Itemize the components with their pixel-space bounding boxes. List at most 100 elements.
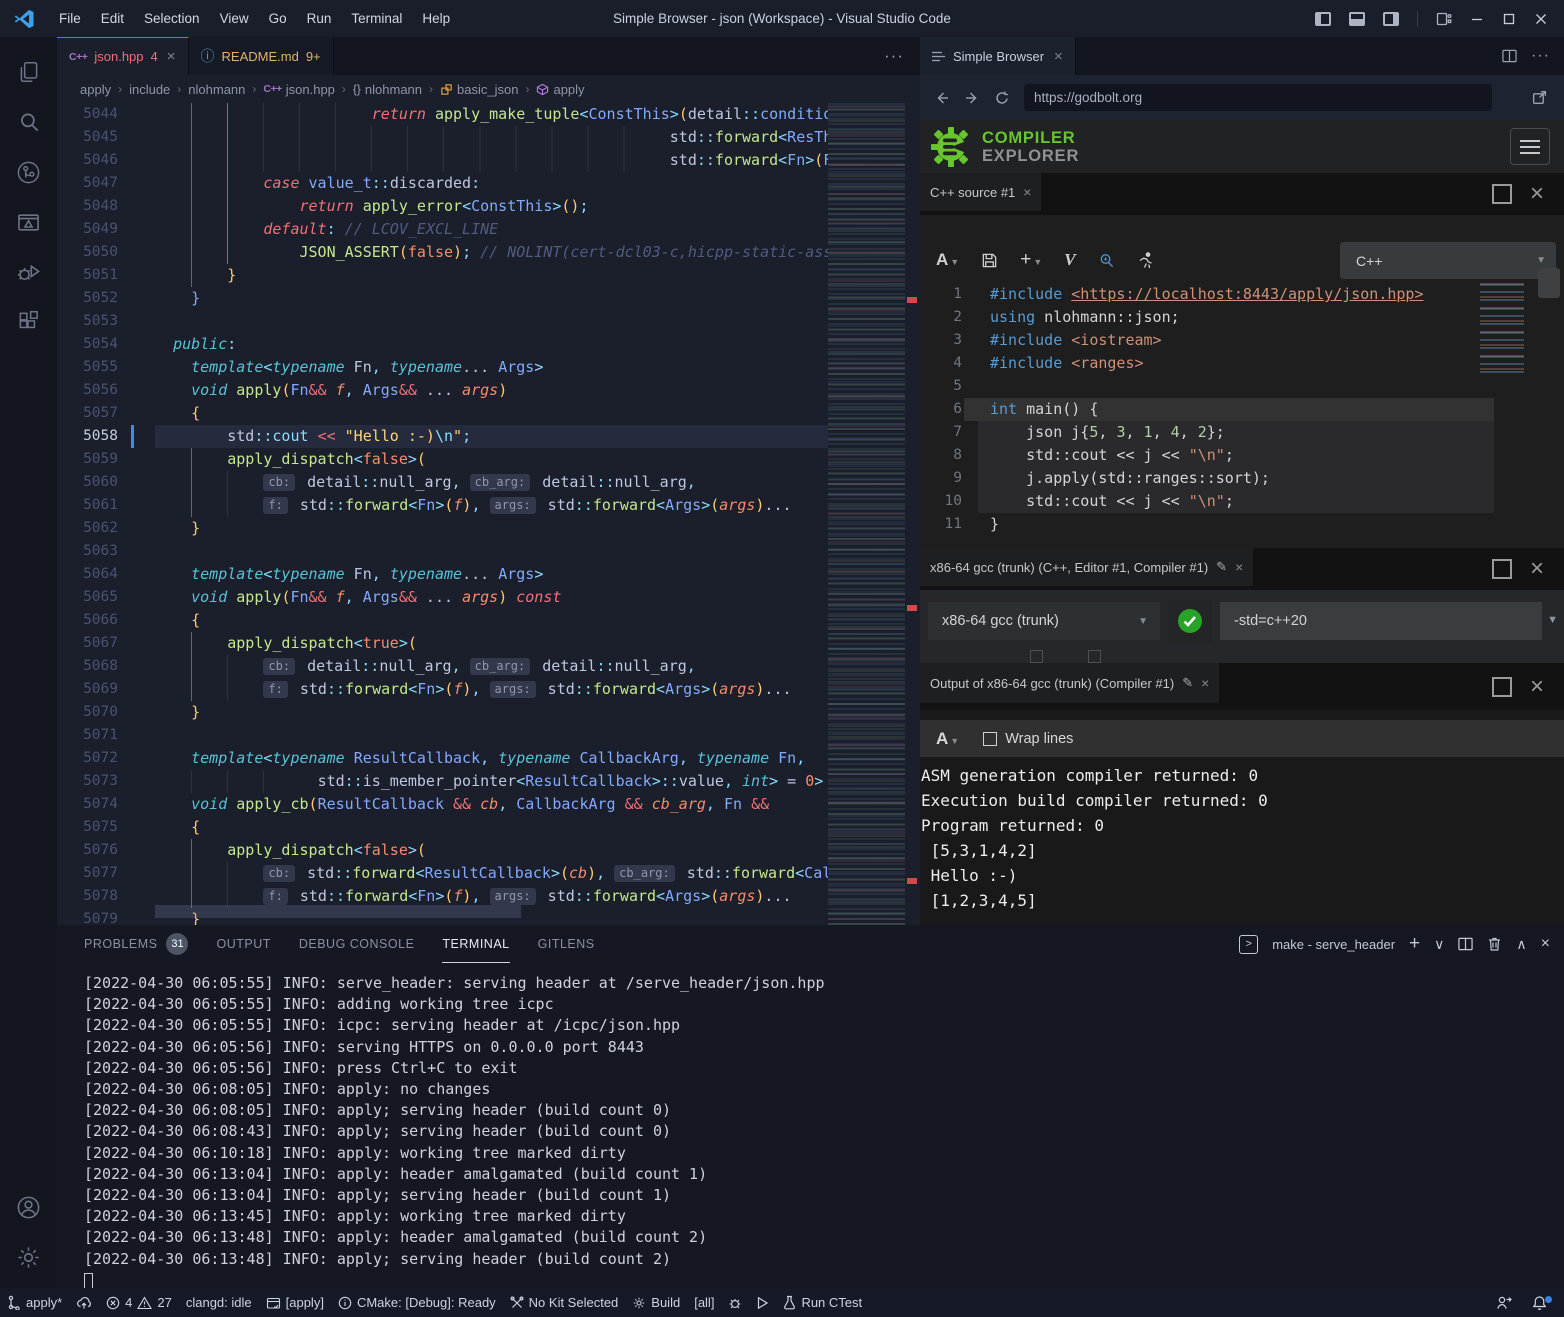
compiler-options-input[interactable]: -std=c++20 [1220,602,1542,640]
close-pane-icon[interactable]: × [1023,184,1031,200]
close-pane-icon[interactable]: × [1201,675,1209,691]
save-icon[interactable] [981,252,998,269]
compiler-select[interactable]: x86-64 gcc (trunk)▼ [928,602,1160,640]
maximize-pane-icon[interactable] [1492,559,1512,579]
close-tab-icon[interactable]: × [167,48,176,65]
maximize-panel-icon[interactable]: ∧ [1516,936,1526,953]
sync-changes-item[interactable] [69,1296,99,1310]
open-external-icon[interactable] [1531,89,1548,106]
godbolt-source-editor[interactable]: 1234567891011 #include <https://localhos… [920,283,1564,548]
terminal-output[interactable]: [2022-04-30 06:05:55] INFO: serve_header… [84,973,825,1291]
close-pane-icon[interactable]: × [1235,559,1243,575]
split-editor-icon[interactable] [1502,49,1517,63]
horizontal-scrollbar[interactable] [155,905,521,918]
explorer-icon[interactable] [5,47,53,97]
maximize-button[interactable] [1502,12,1516,26]
close-panel-icon[interactable]: × [1541,935,1550,953]
account-icon[interactable] [5,1182,53,1232]
source-pane-tab[interactable]: C++ source #1× [920,173,1041,211]
terminal-instance-label[interactable]: make - serve_header [1272,937,1395,952]
breadcrumb-item[interactable]: C++json.hpp [263,82,335,97]
tab-readme-md[interactable]: ⓘ README.md 9+ [189,37,334,75]
customize-layout-icon[interactable] [1436,11,1452,27]
tab-simple-browser[interactable]: Simple Browser × [920,37,1076,75]
tab-problems[interactable]: PROBLEMS31 [84,925,188,963]
tab-json-hpp[interactable]: C++ json.hpp 4 × [57,37,189,75]
build-button[interactable]: Build [625,1295,687,1310]
cmake-status-item[interactable]: CMake: [Debug]: Ready [331,1295,503,1310]
url-input[interactable]: https://godbolt.org [1024,84,1492,111]
scrollbar-thumb[interactable] [1538,268,1560,298]
source-control-icon[interactable] [5,147,53,197]
close-pane-icon[interactable]: × [1530,184,1544,204]
breadcrumb-item[interactable]: include [129,82,170,97]
maximize-pane-icon[interactable] [1492,677,1512,697]
launch-button[interactable] [749,1296,776,1310]
debug-button[interactable] [721,1296,749,1310]
search-icon[interactable] [5,97,53,147]
window-alert-icon[interactable] [5,197,53,247]
tab-terminal[interactable]: TERMINAL [442,925,509,963]
tab-gitlens[interactable]: GITLENS [538,925,595,963]
notifications-bell-icon[interactable] [1525,1295,1554,1311]
toggle-sidebar-icon[interactable] [1315,12,1331,26]
menu-run[interactable]: Run [297,7,342,30]
new-terminal-icon[interactable]: + [1409,933,1420,955]
language-select[interactable]: C++▼ [1340,242,1556,279]
breadcrumb-item[interactable]: apply [80,82,111,97]
clangd-status-item[interactable]: clangd: idle [179,1295,259,1310]
settings-gear-icon[interactable] [5,1232,53,1282]
cmake-project-item[interactable]: [apply] [259,1295,331,1310]
problems-status-item[interactable]: 4 27 [99,1295,179,1310]
font-size-icon[interactable]: A▼ [936,250,959,270]
ctest-button[interactable]: Run CTest [776,1295,869,1310]
kill-terminal-trash-icon[interactable] [1487,936,1502,952]
toggle-secondary-sidebar-icon[interactable] [1383,12,1399,26]
maximize-pane-icon[interactable] [1492,184,1512,204]
git-branch-item[interactable]: apply* [0,1295,69,1310]
code-editor[interactable]: 5044504550465047504850495050505150525053… [57,103,920,925]
output-pane-tab[interactable]: Output of x86-64 gcc (trunk) (Compiler #… [920,663,1219,703]
quick-bench-runner-icon[interactable] [1137,252,1153,269]
kit-selection-item[interactable]: No Kit Selected [503,1295,626,1310]
vim-mode-icon[interactable]: V [1064,250,1075,270]
menu-terminal[interactable]: Terminal [341,7,412,30]
terminal-dropdown-icon[interactable]: ∨ [1434,936,1444,953]
forward-icon[interactable] [964,90,980,106]
menu-go[interactable]: Go [259,7,297,30]
search-magnifier-icon[interactable] [1098,252,1115,269]
rename-pencil-icon[interactable]: ✎ [1216,559,1227,575]
minimap[interactable] [828,103,905,925]
tab-debug-console[interactable]: DEBUG CONSOLE [299,925,415,963]
tab-output[interactable]: OUTPUT [216,925,270,963]
breadcrumb-item[interactable]: basic_json [440,82,518,97]
options-dropdown-icon[interactable]: ▼ [1547,614,1558,626]
compiler-pane-tab[interactable]: x86-64 gcc (trunk) (C++, Editor #1, Comp… [920,548,1253,586]
hamburger-menu-icon[interactable] [1510,128,1550,165]
close-pane-icon[interactable]: × [1530,677,1544,697]
close-pane-icon[interactable]: × [1530,559,1544,579]
reload-icon[interactable] [994,90,1010,106]
extensions-icon[interactable] [5,297,53,347]
breadcrumb-item[interactable]: apply [536,82,584,97]
editor-actions-more-icon[interactable]: ··· [884,37,920,75]
menu-file[interactable]: File [49,7,91,30]
rename-pencil-icon[interactable]: ✎ [1182,675,1193,691]
close-tab-icon[interactable]: × [1054,48,1063,65]
breadcrumb-item[interactable]: {}nlohmann [353,82,422,97]
add-pane-icon[interactable]: +▼ [1020,249,1042,271]
more-actions-icon[interactable]: ··· [1531,47,1550,65]
close-window-button[interactable] [1534,12,1548,26]
minimize-button[interactable] [1470,12,1484,26]
back-icon[interactable] [934,90,950,106]
split-terminal-icon[interactable] [1458,937,1473,951]
wrap-lines-checkbox[interactable] [983,732,997,746]
menu-view[interactable]: View [210,7,259,30]
menu-selection[interactable]: Selection [134,7,210,30]
toggle-panel-icon[interactable] [1349,12,1365,26]
menu-help[interactable]: Help [412,7,460,30]
feedback-icon[interactable] [1489,1295,1519,1310]
build-target-item[interactable]: [all] [687,1295,721,1310]
run-and-debug-icon[interactable] [5,247,53,297]
font-size-icon[interactable]: A▼ [936,729,959,749]
